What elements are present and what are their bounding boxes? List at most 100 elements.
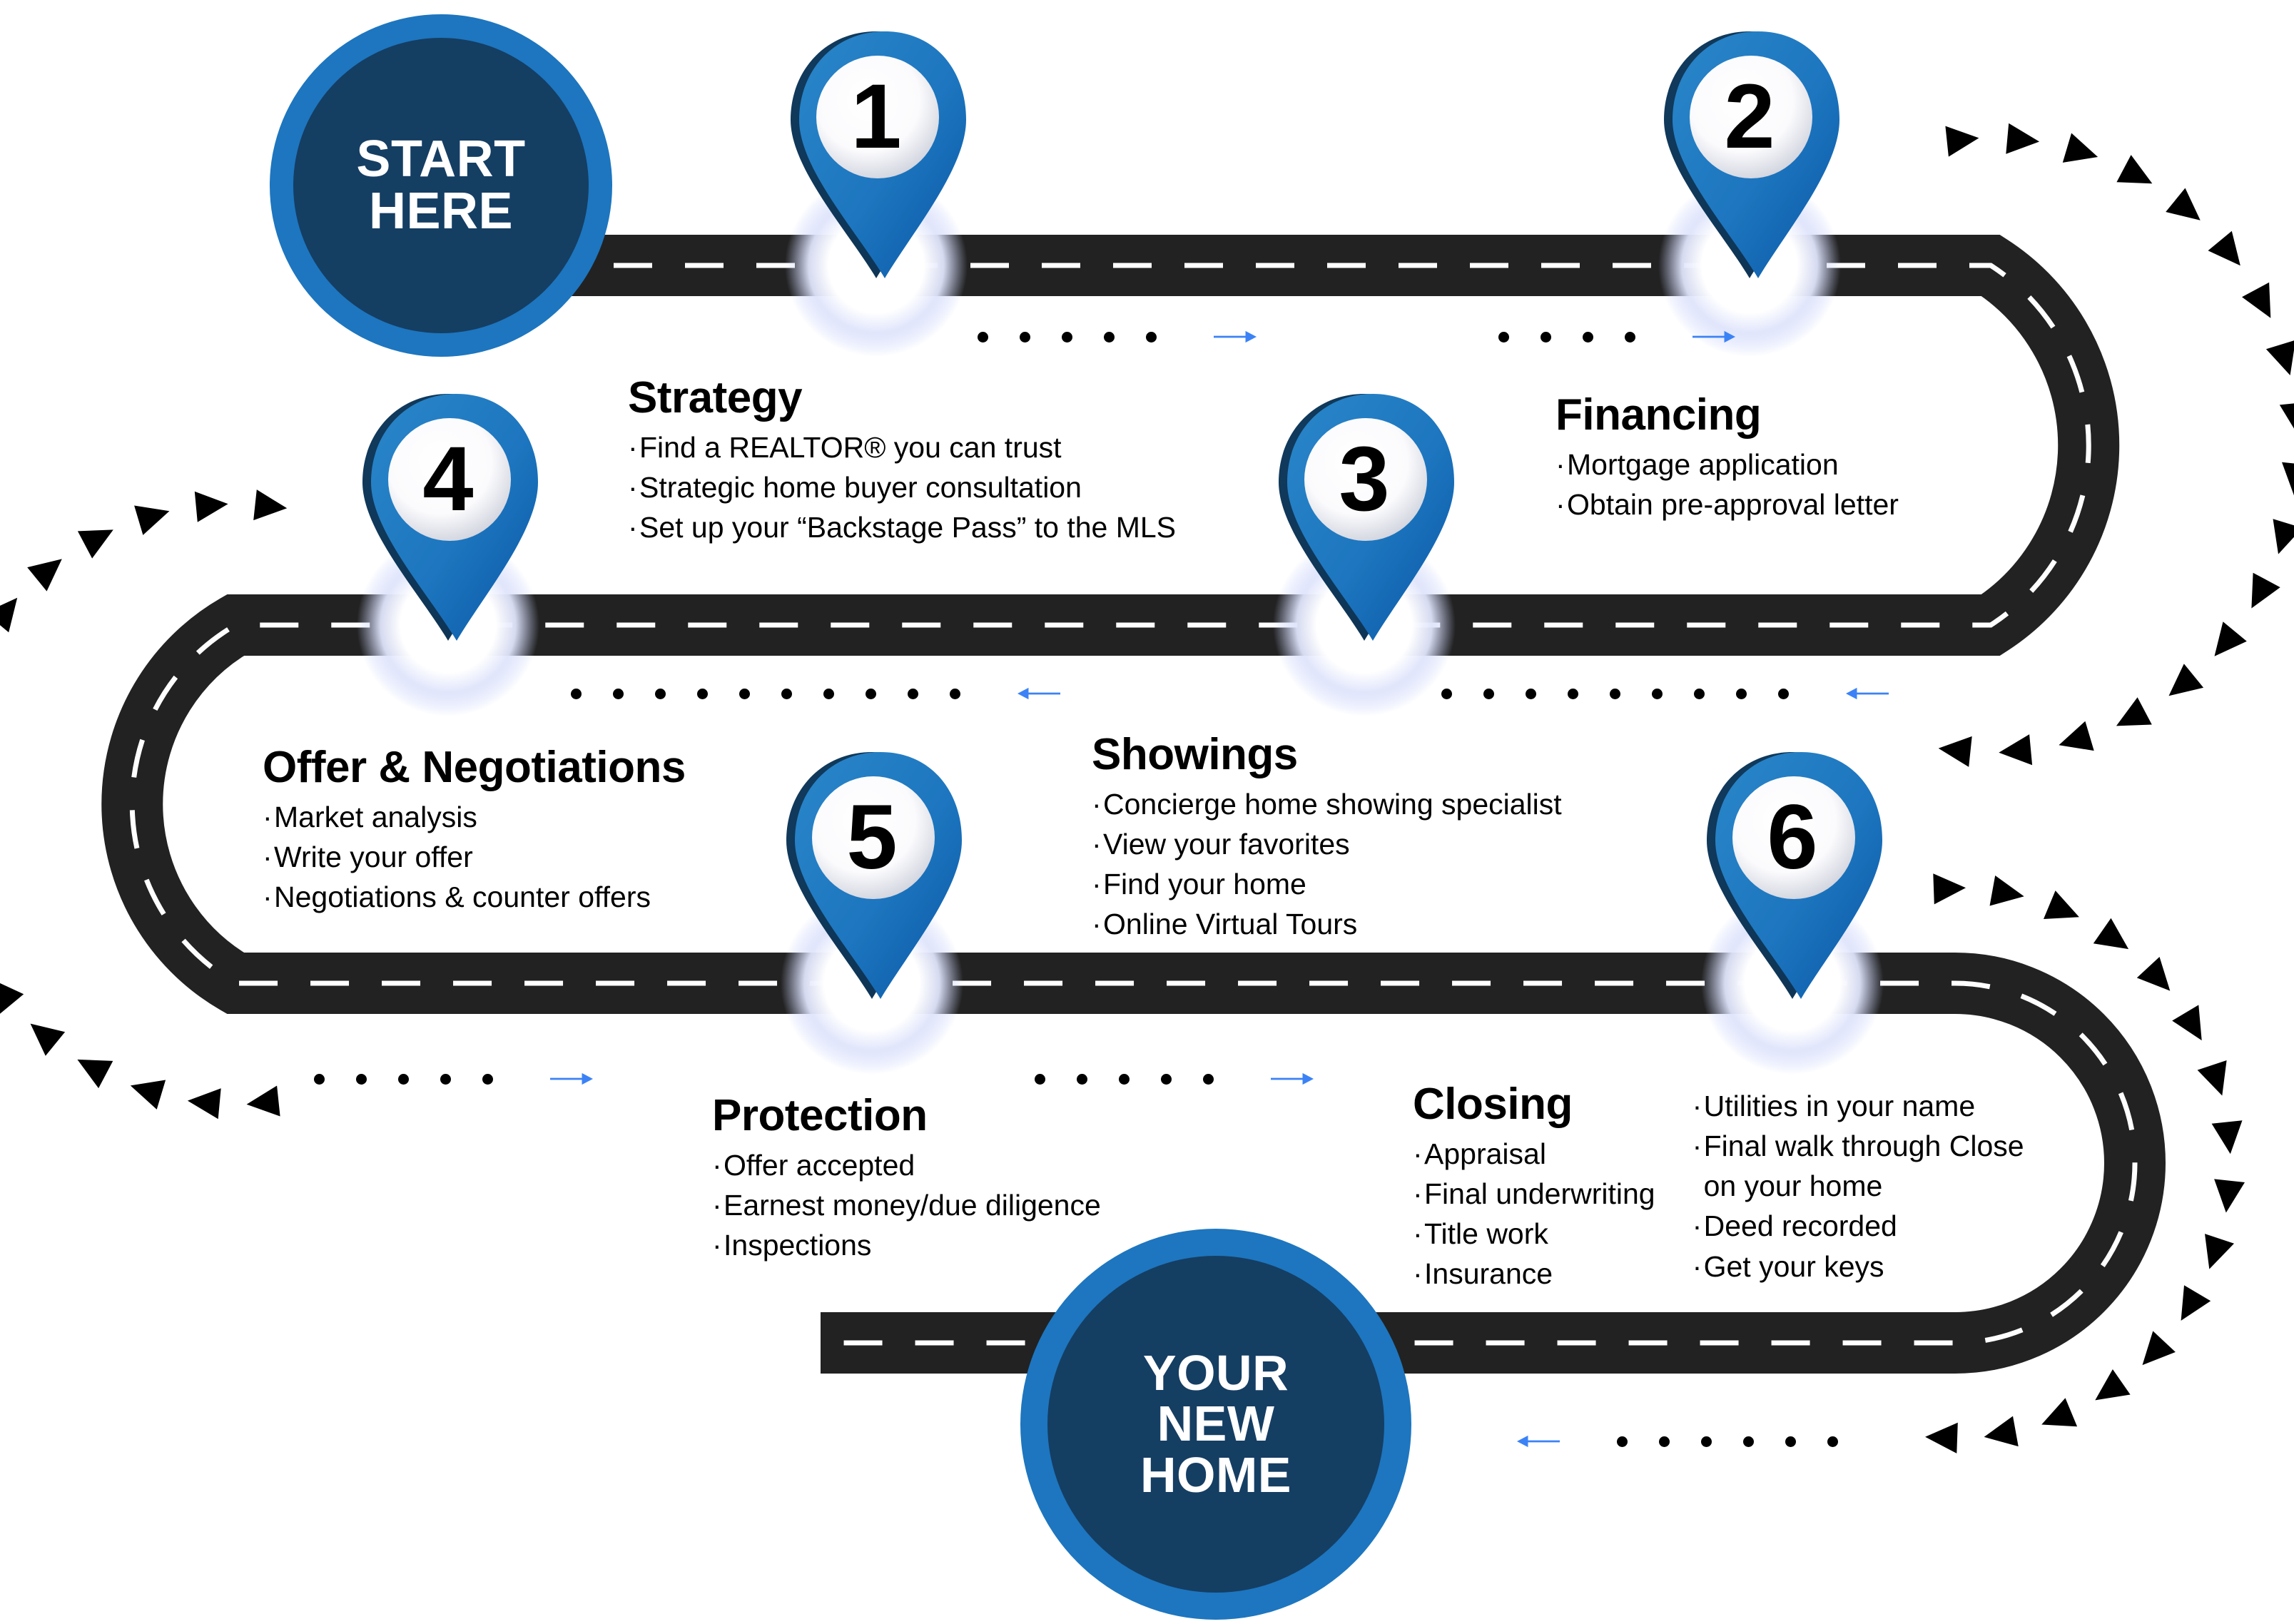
step-financing-list: ·Mortgage application ·Obtain pre-approv…	[1555, 445, 1899, 524]
decor-triangle	[1989, 876, 2024, 906]
list-item: ·Deed recorded	[1692, 1209, 1897, 1243]
decor-triangle	[246, 1085, 280, 1117]
connector-dots	[571, 688, 960, 699]
decor-triangle	[1945, 126, 1979, 157]
pin-marker-4[interactable]: 4	[355, 391, 541, 648]
list-item: ·Utilities in your name	[1692, 1090, 1976, 1122]
decor-triangle	[1938, 736, 1972, 767]
decor-triangle	[77, 1059, 113, 1089]
decor-triangle	[2172, 1005, 2202, 1041]
pin-4-number: 4	[422, 428, 474, 530]
connector-financing-onward	[1498, 330, 1761, 344]
step-closing-list-left: ·Appraisal ·Final underwriting ·Title wo…	[1413, 1134, 1655, 1294]
decor-triangle	[77, 529, 113, 559]
decor-triangle	[2205, 1234, 2234, 1269]
pin-marker-5[interactable]: 5	[779, 749, 965, 1006]
your-new-home-badge[interactable]: YOUR NEW HOME	[1020, 1229, 1411, 1620]
list-item: ·Find a REALTOR® you can trust	[628, 431, 1062, 464]
roadmap-infographic: START HERE YOUR NEW HOME 1 2 3 4 5 6 Str…	[0, 0, 2294, 1624]
connector-dots	[314, 1073, 493, 1085]
pin-2-number: 2	[1724, 66, 1775, 168]
start-here-line-2: HERE	[368, 183, 514, 240]
list-item: ·Earnest money/due diligence	[712, 1189, 1101, 1222]
arrow-left-icon	[1517, 1435, 1560, 1448]
decor-triangle	[130, 1080, 166, 1110]
decor-triangle	[2181, 1285, 2211, 1321]
connector-dots	[978, 331, 1157, 342]
step-showings: Showings ·Concierge home showing special…	[1092, 729, 1562, 945]
list-item: ·Write your offer	[263, 841, 473, 874]
pin-marker-6[interactable]: 6	[1700, 749, 1885, 1006]
step-closing-title: Closing	[1413, 1080, 1573, 1129]
pin-marker-3[interactable]: 3	[1272, 391, 1457, 648]
decor-triangle	[0, 597, 18, 633]
start-here-badge[interactable]: START HERE	[270, 14, 612, 357]
list-item: ·Online Virtual Tours	[1092, 908, 1358, 941]
list-item: ·Market analysis	[263, 801, 477, 833]
list-item: ·Set up your “Backstage Pass” to the MLS	[628, 511, 1177, 544]
step-protection-list: ·Offer accepted ·Earnest money/due dilig…	[712, 1145, 1101, 1265]
step-showings-title: Showings	[1092, 730, 1298, 779]
step-protection-title: Protection	[712, 1091, 928, 1140]
step-financing: Financing ·Mortgage application ·Obtain …	[1555, 390, 1899, 524]
step-closing-list-right: ·Utilities in your name ·Final walk thro…	[1692, 1086, 2024, 1286]
connector-dots	[1498, 331, 1635, 342]
arrow-left-icon	[1846, 687, 1889, 700]
decor-triangle	[2116, 155, 2153, 184]
pin-marker-1[interactable]: 1	[783, 29, 969, 285]
step-protection: Protection ·Offer accepted ·Earnest mone…	[712, 1090, 1101, 1265]
list-item: ·Inspections	[712, 1229, 872, 1262]
decor-triangle	[2116, 697, 2152, 726]
list-item: ·Final underwriting	[1413, 1177, 1655, 1211]
pin-6-number: 6	[1767, 786, 1818, 888]
list-item: ·Offer accepted	[712, 1149, 915, 1182]
list-item: ·Final walk through Close	[1692, 1130, 2024, 1163]
arrow-right-icon	[1692, 330, 1735, 343]
decor-triangle	[2093, 918, 2129, 950]
decor-triangle	[2251, 572, 2280, 609]
list-item: ·Get your keys	[1692, 1249, 1884, 1283]
arrow-right-icon	[1271, 1072, 1314, 1085]
step-offer-list: ·Market analysis ·Write your offer ·Nego…	[263, 797, 686, 917]
decor-triangle	[134, 505, 170, 535]
list-item: ·Find your home	[1092, 868, 1306, 901]
arrow-right-icon	[1214, 330, 1257, 343]
list-item: ·Title work	[1413, 1217, 1548, 1251]
your-new-home-line-3: HOME	[1140, 1446, 1291, 1503]
decor-triangle	[2242, 282, 2271, 318]
decor-triangle	[2208, 230, 2240, 266]
list-item: ·View your favorites	[1092, 828, 1350, 861]
step-closing: Closing ·Appraisal ·Final underwriting ·…	[1413, 1079, 2024, 1294]
connector-dots	[1035, 1073, 1214, 1085]
list-item: ·on your home	[1703, 1169, 1883, 1203]
decor-triangle	[2214, 621, 2247, 656]
decor-triangle	[30, 1023, 66, 1056]
arrow-right-icon	[550, 1072, 593, 1085]
decor-triangle	[1984, 1416, 2019, 1447]
decor-triangle	[253, 489, 288, 521]
connector-offer-to-protection	[314, 1072, 619, 1086]
step-strategy-title: Strategy	[628, 373, 803, 422]
list-item: ·Appraisal	[1413, 1137, 1546, 1170]
connector-financing-to-showings	[1441, 686, 1914, 701]
arrow-left-icon	[1017, 687, 1060, 700]
step-financing-title: Financing	[1555, 390, 1762, 440]
decor-triangle	[2279, 403, 2294, 429]
pin-1-number: 1	[851, 66, 902, 168]
decor-triangle	[2214, 1179, 2245, 1213]
decor-triangle	[2062, 133, 2098, 163]
decor-triangle	[2211, 1120, 2243, 1154]
connector-protection-to-closing	[1035, 1072, 1339, 1086]
pin-marker-2[interactable]: 2	[1657, 29, 1842, 285]
decor-triangle	[194, 491, 228, 522]
step-strategy: Strategy ·Find a REALTOR® you can trust …	[628, 372, 1176, 547]
pin-3-number: 3	[1339, 428, 1390, 530]
list-item: ·Strategic home buyer consultation	[628, 471, 1082, 504]
decor-triangle	[2059, 721, 2094, 751]
step-offer-title: Offer & Negotiations	[263, 743, 686, 792]
decor-triangle	[2041, 1398, 2078, 1427]
step-closing-col-right: ·Utilities in your name ·Final walk thro…	[1692, 1079, 2024, 1286]
connector-closing-to-home	[1491, 1434, 1838, 1448]
list-item: ·Obtain pre-approval letter	[1555, 488, 1899, 522]
pin-5-number: 5	[846, 786, 898, 888]
